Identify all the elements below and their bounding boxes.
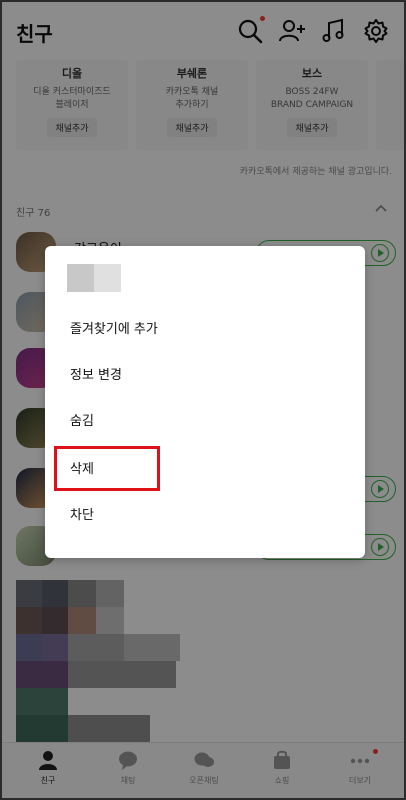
menu-item-add-favorite[interactable]: 즐겨찾기에 추가 [70,318,158,337]
highlight-box [54,446,160,491]
menu-item-hide[interactable]: 숨김 [70,410,94,429]
app-frame: 친구 디올 디올 커스터마이즈드 블레이저 채널추가 부쉐론 카카오톡 채널 추… [0,0,406,800]
menu-item-block[interactable]: 차단 [70,504,94,523]
menu-item-edit-info[interactable]: 정보 변경 [70,364,122,383]
censored-friend-name [67,264,121,292]
friend-context-menu: 즐겨찾기에 추가 정보 변경 숨김 삭제 차단 [45,246,365,558]
pixel-tile [67,264,94,292]
pixel-tile [94,264,121,292]
